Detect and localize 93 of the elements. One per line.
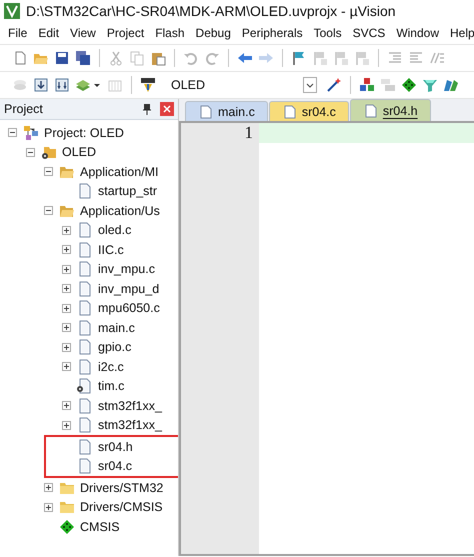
tree-item[interactable]: inv_mpu.c [98, 262, 155, 276]
cubes-icon[interactable] [359, 77, 375, 93]
tree-item[interactable]: OLED [62, 145, 96, 160]
save-icon[interactable] [54, 50, 70, 66]
menu-item[interactable]: SVCS [352, 26, 386, 40]
tree-item[interactable]: Drivers/CMSIS [80, 500, 163, 514]
file-icon [77, 417, 93, 434]
folder-icon [59, 499, 75, 516]
file-icon [200, 104, 212, 118]
panel-title: Project [4, 102, 44, 116]
menu-item[interactable]: File [8, 26, 28, 40]
flag-icon[interactable] [291, 50, 307, 66]
file-icon [77, 339, 93, 356]
tree-item[interactable]: main.c [98, 320, 135, 335]
file-icon [77, 458, 93, 474]
file-icon [77, 398, 93, 414]
tree-item[interactable]: oled.c [98, 223, 132, 238]
collapse-icon[interactable] [26, 148, 35, 157]
gear-folder-icon [41, 144, 57, 160]
expand-icon[interactable] [62, 323, 71, 332]
menu-item[interactable]: Edit [38, 26, 60, 40]
editor-tab[interactable]: main.c [185, 101, 268, 121]
file-icon [77, 280, 93, 297]
file-icon [77, 183, 93, 200]
paste-icon[interactable] [150, 50, 166, 66]
expand-icon[interactable] [44, 483, 53, 492]
menu-item[interactable]: Debug [196, 26, 231, 40]
window-title: D:\STM32Car\HC-SR04\MDK-ARM\OLED.uvprojx - µVision [26, 3, 396, 19]
menu-item[interactable]: Project [106, 26, 144, 40]
menu-item[interactable]: Window [396, 26, 439, 40]
tree-item[interactable]: gpio.c [98, 340, 132, 354]
expand-icon[interactable] [62, 342, 71, 352]
menu-item[interactable]: View [70, 26, 96, 40]
tree-item[interactable]: startup_str [98, 184, 158, 198]
expand-icon[interactable] [44, 502, 53, 512]
file-icon [77, 438, 93, 455]
tree-item[interactable]: Application/Us [80, 204, 160, 218]
books-icon[interactable] [443, 77, 459, 93]
tree-item[interactable]: CMSIS [80, 520, 120, 534]
tree-item[interactable]: Project: OLED [44, 126, 124, 140]
dropdown-icon[interactable] [303, 77, 317, 93]
tree-item[interactable]: Drivers/STM32 [80, 480, 164, 495]
tree-item[interactable]: IIC.c [98, 242, 124, 257]
file-icon [77, 261, 93, 278]
expand-icon[interactable] [62, 304, 71, 313]
app-logo-icon [4, 3, 20, 19]
load-icon[interactable] [140, 77, 156, 93]
file-icon [77, 320, 93, 336]
file-icon [77, 300, 93, 316]
project-icon [23, 124, 39, 141]
expand-icon[interactable] [62, 264, 71, 274]
tree-item[interactable]: i2c.c [98, 360, 124, 374]
expand-icon[interactable] [62, 284, 71, 294]
collapse-icon[interactable] [44, 206, 53, 216]
tree-item[interactable]: sr04.c [98, 459, 132, 474]
editor-tab[interactable]: sr04.c [268, 101, 349, 121]
editor-tab[interactable]: sr04.h [350, 99, 431, 121]
diamond-icon[interactable] [401, 77, 417, 93]
menu-item[interactable]: Tools [314, 26, 342, 40]
rebuild-icon[interactable] [54, 77, 70, 93]
funnel-icon[interactable] [422, 77, 438, 93]
file-icon [77, 222, 93, 238]
menu-item[interactable]: Help [450, 26, 474, 40]
collapse-icon[interactable] [44, 167, 53, 176]
file-icon [77, 358, 93, 375]
expand-icon[interactable] [62, 420, 71, 430]
file-icon [284, 104, 296, 118]
expand-icon[interactable] [62, 226, 71, 235]
menu-item[interactable]: Flash [155, 26, 185, 40]
tree-item[interactable]: tim.c [98, 379, 124, 394]
pin-icon[interactable] [142, 103, 152, 115]
gear-file-icon [77, 378, 93, 394]
collapse-icon[interactable] [8, 128, 17, 138]
expand-icon[interactable] [62, 401, 71, 410]
tree-item[interactable]: sr04.h [98, 440, 133, 454]
build-icon[interactable] [33, 77, 49, 93]
close-icon[interactable] [160, 102, 174, 116]
back-arrow-icon[interactable] [237, 50, 253, 66]
diamond-icon [59, 518, 75, 535]
tree-item[interactable]: inv_mpu_d [98, 282, 160, 296]
save-all-icon[interactable] [75, 50, 91, 66]
tree-item[interactable]: Application/MI [80, 164, 159, 179]
expand-icon[interactable] [62, 362, 71, 372]
tree-item[interactable]: mpu6050.c [98, 301, 160, 316]
file-icon [77, 242, 93, 258]
file-icon [364, 104, 377, 118]
tree-item[interactable]: stm32f1xx_ [98, 398, 162, 413]
magic-wand-icon[interactable] [326, 77, 342, 93]
line-number: 1 [244, 123, 254, 143]
tree-item[interactable]: stm32f1xx_ [98, 418, 162, 432]
menu-item[interactable]: Peripherals [242, 26, 303, 40]
expand-icon[interactable] [62, 245, 71, 254]
target-select[interactable]: OLED [165, 75, 321, 95]
